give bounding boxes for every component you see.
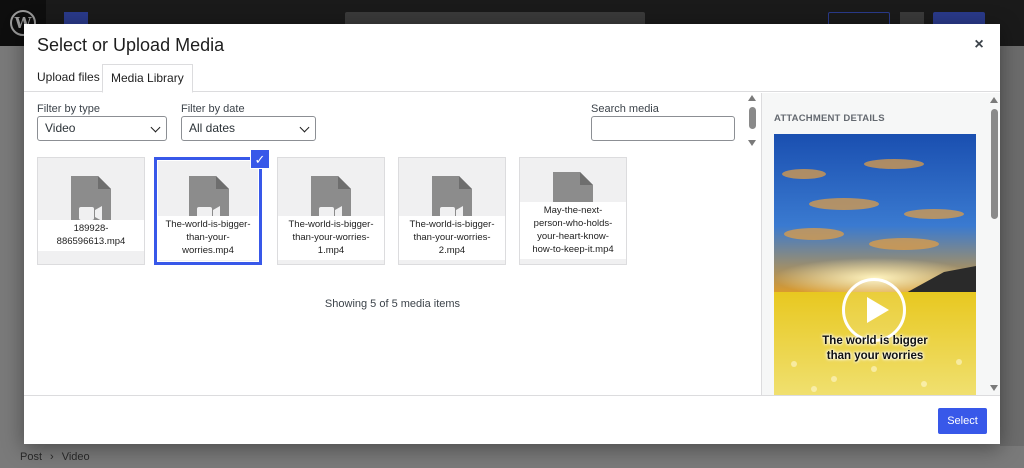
attachment-filename: The-world-is-bigger- than-your- worries.…: [157, 216, 259, 260]
filter-date-value: All dates: [189, 121, 236, 135]
modal-tabs: Upload files Media Library: [24, 64, 1000, 93]
modal-header: Select or Upload Media ×: [24, 24, 1000, 64]
media-library-content: Filter by type Video Filter by date All …: [24, 93, 761, 395]
scroll-up-icon[interactable]: [748, 95, 756, 101]
attachment-filename: The-world-is-bigger- than-your-worries- …: [399, 216, 505, 260]
attachment-item[interactable]: 189928- 886596613.mp4: [37, 157, 145, 265]
attachment-filename: 189928- 886596613.mp4: [38, 220, 144, 251]
filter-date-label: Filter by date: [181, 103, 245, 115]
scroll-down-icon[interactable]: [990, 385, 998, 391]
editor-sidebar: [1000, 46, 1024, 446]
attachment-item[interactable]: May-the-next- person-who-holds- your-hea…: [519, 157, 627, 265]
tab-upload-files[interactable]: Upload files: [29, 64, 108, 92]
attachment-filename: The-world-is-bigger- than-your-worries- …: [278, 216, 384, 260]
tab-media-library[interactable]: Media Library: [102, 64, 193, 93]
modal-footer: Select: [24, 395, 1000, 444]
content-scrollbar[interactable]: [746, 93, 759, 147]
search-media-label: Search media: [591, 103, 659, 115]
attachment-item[interactable]: The-world-is-bigger- than-your-worries- …: [398, 157, 506, 265]
attachment-details-heading: ATTACHMENT DETAILS: [774, 113, 885, 124]
video-preview[interactable]: The world is bigger than your worries: [774, 134, 976, 395]
search-media-input[interactable]: [591, 116, 735, 141]
attachment-filename: May-the-next- person-who-holds- your-hea…: [520, 202, 626, 259]
scroll-up-icon[interactable]: [990, 97, 998, 103]
check-icon[interactable]: ✓: [250, 149, 270, 169]
attachment-item[interactable]: The-world-is-bigger- than-your-worries- …: [277, 157, 385, 265]
video-caption: The world is bigger than your worries: [822, 335, 928, 362]
scrollbar-thumb[interactable]: [991, 109, 998, 219]
chevron-down-icon: [150, 122, 161, 133]
close-icon[interactable]: ×: [970, 36, 988, 54]
media-count-text: Showing 5 of 5 media items: [324, 298, 461, 310]
sidebar-scrollbar[interactable]: [988, 93, 1000, 395]
breadcrumb-separator: ›: [50, 451, 54, 463]
filter-type-select[interactable]: Video: [37, 116, 167, 141]
filter-type-value: Video: [45, 121, 76, 135]
media-modal: Select or Upload Media × Upload files Me…: [24, 24, 1000, 444]
scroll-down-icon[interactable]: [748, 140, 756, 146]
editor-breadcrumb: Post › Video: [0, 446, 1024, 468]
breadcrumb-item-video: Video: [61, 451, 90, 463]
chevron-down-icon: [299, 122, 310, 133]
attachment-item-selected[interactable]: The-world-is-bigger- than-your- worries.…: [154, 157, 262, 265]
filter-type-label: Filter by type: [37, 103, 100, 115]
select-button[interactable]: Select: [938, 408, 987, 434]
modal-title: Select or Upload Media: [37, 35, 225, 55]
play-icon[interactable]: [842, 278, 906, 342]
scrollbar-thumb[interactable]: [749, 107, 756, 129]
filter-date-select[interactable]: All dates: [181, 116, 316, 141]
breadcrumb-item-post: Post: [20, 451, 43, 463]
attachment-details-sidebar: ATTACHMENT DETAILS The world is bigger t…: [761, 93, 1000, 395]
